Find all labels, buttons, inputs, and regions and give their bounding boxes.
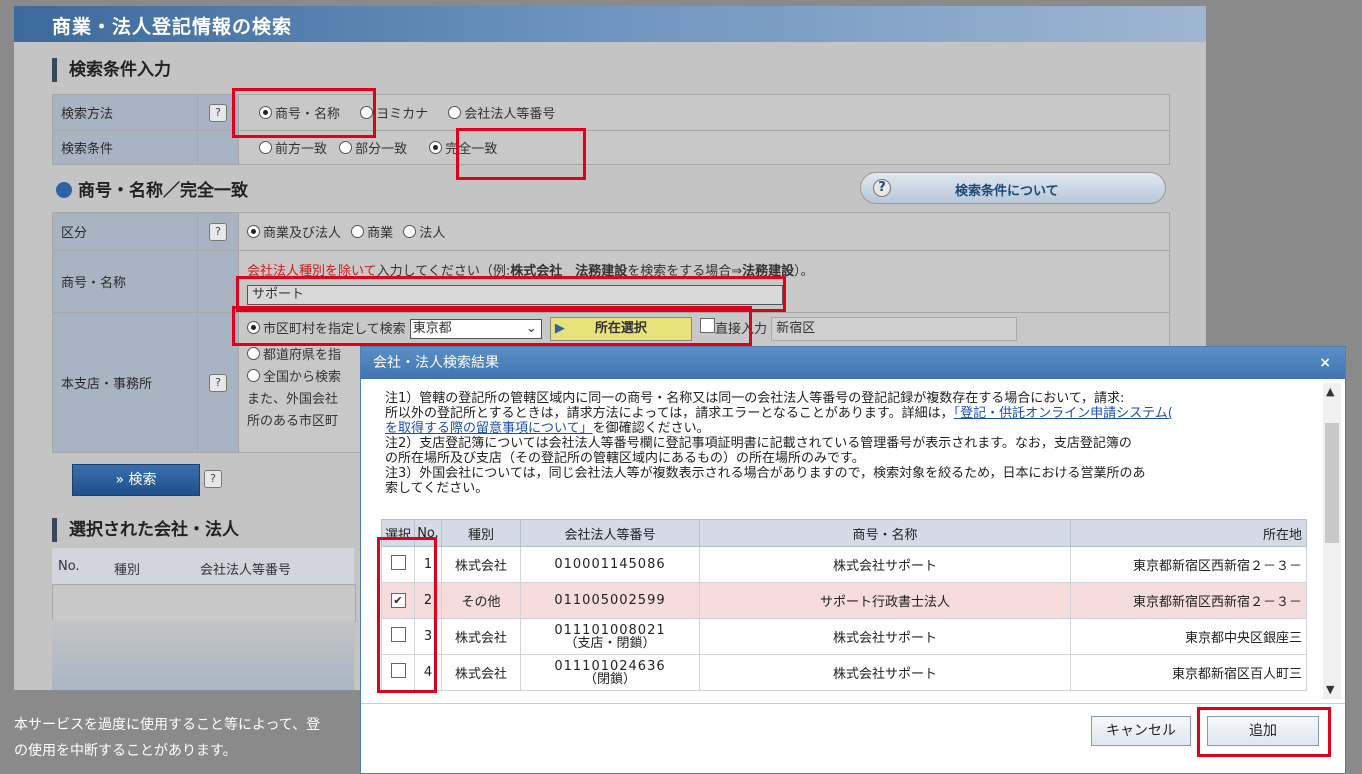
- radio-off-icon: [448, 106, 462, 119]
- col-type: 種別: [441, 519, 521, 547]
- col-number: 会社法人等番号: [520, 519, 700, 547]
- notes-link[interactable]: を取得する際の留意事項について」: [385, 421, 593, 436]
- footer-notice: 本サービスを過度に使用すること等によって、登 の使用を中断することがあります。: [14, 717, 321, 759]
- radio-partial-match[interactable]: 部分一致: [339, 141, 407, 157]
- radio-on-icon: [247, 225, 260, 238]
- category-options: 商業及び法人 商業 法人: [238, 212, 1170, 251]
- app-title-bar: 商業・法人登記情報の検索: [14, 6, 1206, 42]
- highlight-location: [232, 306, 752, 346]
- selected-table-header: No. 種別 会社法人等番号: [52, 548, 354, 584]
- highlight-search-method: [232, 88, 376, 138]
- section-selected-heading: 選択された会社・法人: [52, 518, 239, 542]
- app-title: 商業・法人登記情報の検索: [52, 16, 293, 38]
- table-row[interactable]: 3 株式会社 011101008021 （支店・閉鎖） 株式会社サポート 東京都中…: [381, 618, 1307, 655]
- selected-table-footer: [52, 620, 354, 690]
- help-icon: ?: [209, 373, 227, 392]
- radio-on-icon: [429, 141, 443, 154]
- dialog-scrollbar[interactable]: ▲ ▼: [1323, 383, 1341, 699]
- dialog-header: 会社・法人検索結果 ×: [361, 347, 1345, 379]
- globe-icon: [56, 182, 72, 198]
- table-row[interactable]: ✔ 2 その他 011005002599 サポート行政書士法人 東京都新宿区西新…: [381, 582, 1307, 619]
- search-condition-label: 検索条件: [52, 130, 198, 165]
- category-help[interactable]: ?: [197, 212, 239, 251]
- radio-prefix-match[interactable]: 前方一致: [259, 141, 327, 157]
- close-icon[interactable]: ×: [1319, 347, 1331, 379]
- radio-off-icon: [259, 141, 272, 154]
- table-row[interactable]: 1 株式会社 010001145086 株式会社サポート 東京都新宿区西新宿２－…: [381, 546, 1307, 583]
- dialog-notes: 注1）管轄の登記所の管轄区域内に同一の商号・名称又は同一の会社法人等番号の登記記…: [385, 391, 1173, 496]
- dialog-title: 会社・法人検索結果: [373, 355, 499, 371]
- highlight-exact-match: [456, 128, 586, 180]
- section-search-heading: 検索条件入力: [52, 58, 171, 82]
- result-table: 選択 No. 種別 会社法人等番号 商号・名称 所在地 1 株式会社 01000…: [381, 519, 1307, 691]
- radio-off-icon: [403, 225, 417, 238]
- radio-company-number[interactable]: 会社法人等番号: [448, 106, 555, 122]
- selected-table-row: [52, 584, 356, 622]
- search-method-table: 検索方法 ? 商号・名称 ヨミカナ 会社法人等番号 検索条件 前方一致 部分一致…: [52, 94, 1170, 165]
- online-system-link[interactable]: 「登記・供託オンライン申請システム(: [954, 406, 1173, 421]
- col-address: 所在地: [1070, 519, 1307, 547]
- subsection-title: 商号・名称／完全一致: [56, 176, 248, 201]
- category-label: 区分: [52, 212, 198, 251]
- help-icon: ?: [873, 179, 891, 197]
- radio-off-icon: [247, 369, 260, 382]
- scroll-down-icon[interactable]: ▼: [1326, 683, 1334, 696]
- about-button-label: 検索条件について: [955, 184, 1059, 199]
- highlight-add-button: [1197, 707, 1331, 757]
- search-help[interactable]: ?: [204, 470, 222, 488]
- radio-off-icon: [339, 141, 353, 154]
- name-label: 商号・名称: [52, 250, 198, 313]
- radio-off-icon: [351, 225, 365, 238]
- office-label: 本支店・事務所: [52, 312, 198, 453]
- search-condition-about-button[interactable]: ? 検索条件について: [860, 172, 1166, 204]
- radio-commerce[interactable]: 商業: [351, 225, 393, 241]
- search-result-dialog: 会社・法人検索結果 × 注1）管轄の登記所の管轄区域内に同一の商号・名称又は同一…: [360, 346, 1346, 774]
- help-icon: ?: [204, 470, 222, 488]
- search-button[interactable]: » 検索: [72, 464, 200, 496]
- cancel-button[interactable]: キャンセル: [1091, 716, 1191, 746]
- scroll-up-icon[interactable]: ▲: [1326, 385, 1334, 398]
- dialog-footer: キャンセル 追加: [361, 703, 1345, 746]
- radio-corp[interactable]: 法人: [403, 225, 445, 241]
- help-icon: ?: [209, 103, 227, 122]
- highlight-select-column: [377, 537, 437, 693]
- radio-off-icon: [247, 347, 260, 360]
- search-method-options: 商号・名称 ヨミカナ 会社法人等番号: [238, 94, 1170, 131]
- table-row[interactable]: 4 株式会社 011101024636 （閉鎖） 株式会社サポート 東京都新宿区百…: [381, 654, 1307, 691]
- search-condition-options: 前方一致 部分一致 完全一致: [238, 130, 1170, 165]
- search-method-label: 検索方法: [52, 94, 198, 131]
- radio-commerce-and-corp[interactable]: 商業及び法人: [247, 225, 341, 241]
- help-icon: ?: [209, 222, 227, 241]
- col-name: 商号・名称: [699, 519, 1071, 547]
- city-input[interactable]: 新宿区: [771, 317, 1018, 341]
- scroll-thumb[interactable]: [1325, 423, 1339, 543]
